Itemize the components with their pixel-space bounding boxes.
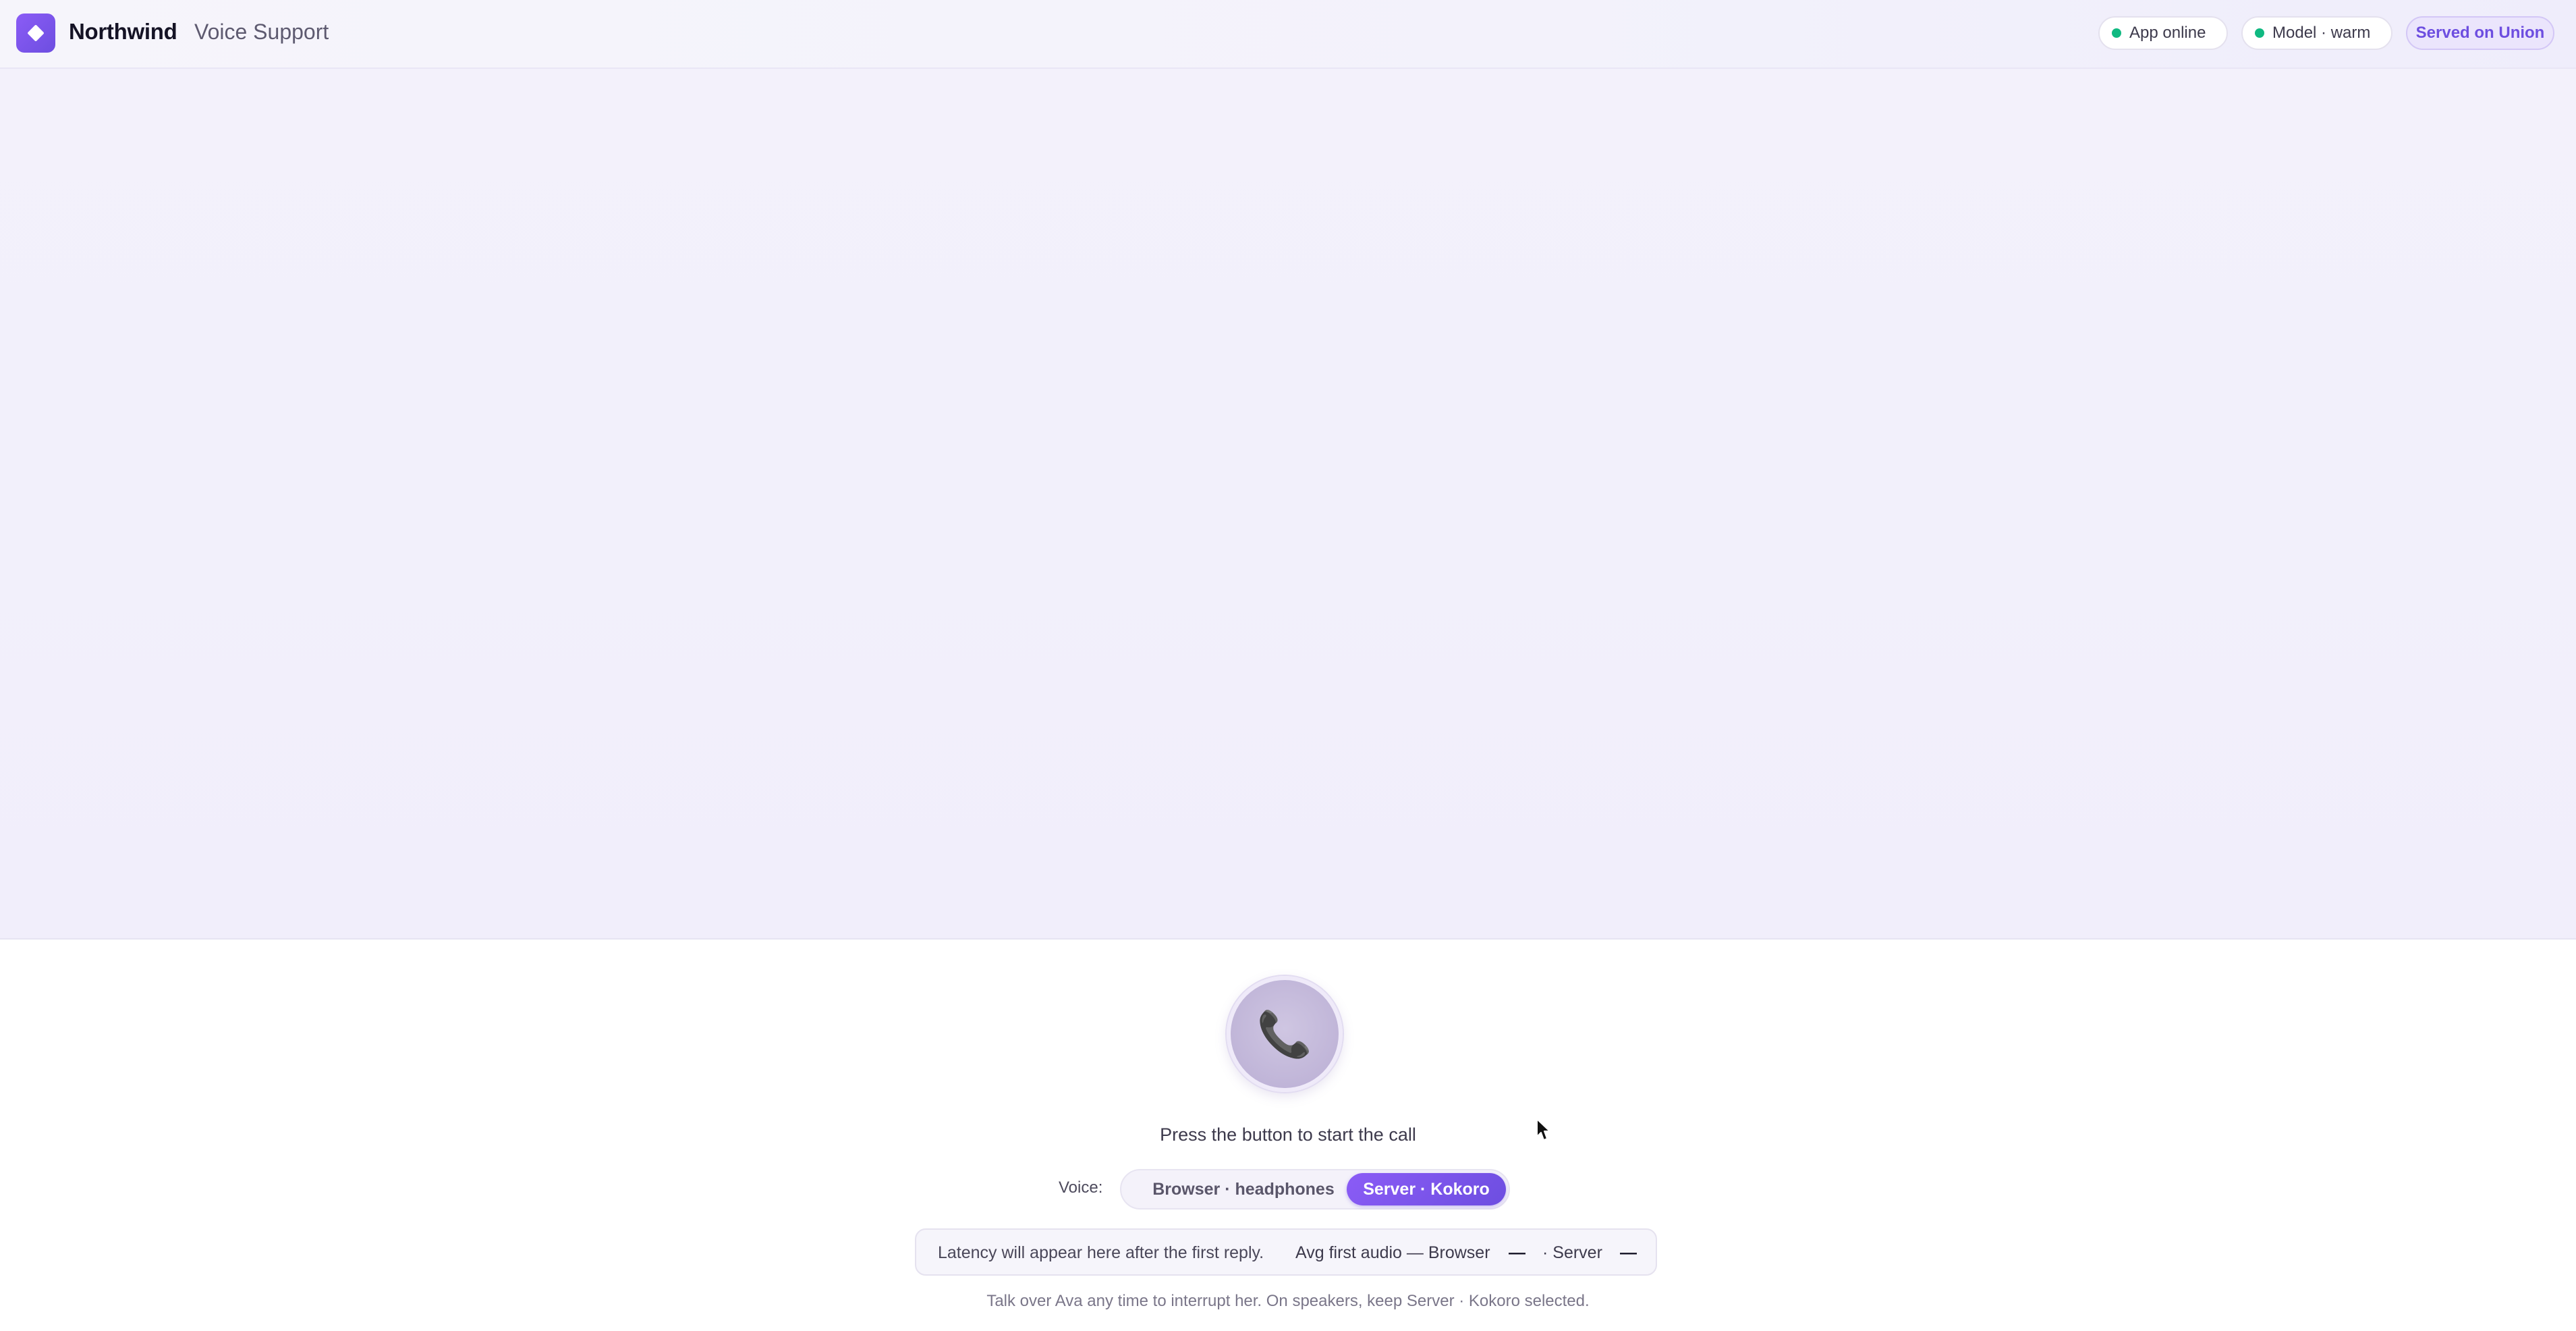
voice-option-server[interactable]: Server · Kokoro — [1347, 1173, 1506, 1205]
voice-option-browser[interactable]: Browser · headphones — [1132, 1173, 1355, 1205]
usage-hint: Talk over Ava any time to interrupt her.… — [986, 1292, 1590, 1310]
voice-support-app: Northwind Voice Support App online Model… — [0, 0, 2576, 1331]
status-dot-icon — [2255, 28, 2264, 38]
served-on-badge: Served on Union — [2406, 16, 2554, 50]
latency-avg-label: Avg first audio — Browser — [1295, 1243, 1490, 1262]
model-status-badge: Model · warm — [2241, 16, 2392, 50]
latency-browser-value: — — [1509, 1243, 1525, 1262]
phone-icon: 📞 — [1256, 1009, 1313, 1059]
diamond-icon — [27, 24, 45, 42]
brand-subtitle: Voice Support — [194, 20, 329, 44]
start-call-button[interactable]: 📞 — [1227, 976, 1343, 1092]
conversation-area — [0, 69, 2576, 940]
top-bar: Northwind Voice Support App online Model… — [0, 0, 2576, 69]
status-dot-icon — [2112, 28, 2121, 38]
app-status-badge: App online — [2098, 16, 2228, 50]
call-prompt: Press the button to start the call — [1160, 1124, 1416, 1145]
mouse-cursor-icon — [1536, 1118, 1550, 1141]
brand-logo — [16, 13, 55, 53]
model-status-label: Model · warm — [2272, 24, 2371, 42]
app-status-label: App online — [2129, 24, 2206, 42]
latency-server-value: — — [1620, 1243, 1637, 1262]
brand-name: Northwind — [69, 19, 177, 44]
voice-toggle: Browser · headphones Server · Kokoro — [1120, 1169, 1510, 1210]
latency-message: Latency will appear here after the first… — [938, 1243, 1264, 1262]
voice-label: Voice: — [1059, 1178, 1103, 1197]
latency-bar: Latency will appear here after the first… — [915, 1228, 1657, 1276]
latency-server-label: · Server — [1542, 1243, 1602, 1262]
